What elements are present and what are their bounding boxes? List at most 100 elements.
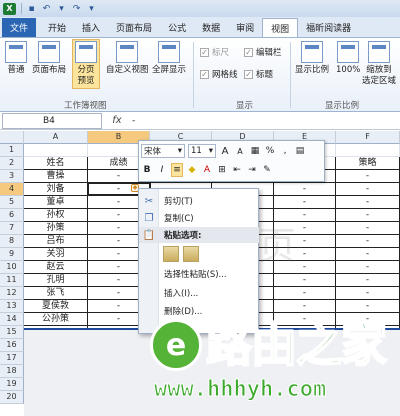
- formula-input[interactable]: -: [132, 116, 135, 126]
- row-header[interactable]: 10: [0, 261, 24, 274]
- save-icon[interactable]: ▪: [25, 3, 38, 15]
- table-cell[interactable]: 刘备: [24, 183, 88, 196]
- column-header-a[interactable]: A: [24, 131, 88, 144]
- clear-format-icon[interactable]: ✎: [261, 163, 273, 177]
- formula-bar-checkbox[interactable]: ✓ 编辑栏: [244, 46, 282, 58]
- tab-page-layout[interactable]: 页面布局: [108, 18, 160, 37]
- menu-item-copy[interactable]: ❐ 复制(C): [139, 210, 259, 226]
- table-cell[interactable]: 张飞: [24, 287, 88, 300]
- paste-values-icon[interactable]: [183, 246, 199, 262]
- select-all-corner[interactable]: [0, 131, 24, 144]
- row-header[interactable]: 12: [0, 287, 24, 300]
- excel-app-icon[interactable]: X: [3, 2, 16, 15]
- row-header[interactable]: 8: [0, 235, 24, 248]
- row-header[interactable]: 15: [0, 326, 24, 339]
- tab-foxit-reader[interactable]: 福昕阅读器: [298, 18, 359, 37]
- table-cell[interactable]: 曹操: [24, 170, 88, 183]
- insert-function-icon[interactable]: fx: [102, 115, 132, 126]
- table-cell[interactable]: [24, 144, 88, 157]
- row-header[interactable]: 1: [0, 144, 24, 157]
- table-cell[interactable]: 董卓: [24, 196, 88, 209]
- row-header[interactable]: 20: [0, 391, 24, 404]
- fill-color-icon[interactable]: ◆: [186, 163, 198, 177]
- table-cell[interactable]: -: [336, 287, 400, 300]
- tab-formulas[interactable]: 公式: [160, 18, 194, 37]
- table-cell[interactable]: 公孙策: [24, 313, 88, 326]
- undo-dropdown-icon[interactable]: ▾: [55, 3, 68, 15]
- redo-icon[interactable]: ↷: [70, 3, 83, 15]
- table-cell[interactable]: 孙策: [24, 222, 88, 235]
- row-header[interactable]: 9: [0, 248, 24, 261]
- italic-button[interactable]: I: [156, 163, 168, 177]
- table-cell[interactable]: [336, 144, 400, 157]
- undo-icon[interactable]: ↶: [40, 3, 53, 15]
- table-cell[interactable]: -: [336, 235, 400, 248]
- row-header[interactable]: 2: [0, 157, 24, 170]
- table-cell[interactable]: -: [274, 183, 336, 196]
- row-header[interactable]: 14: [0, 313, 24, 326]
- table-cell[interactable]: 孙权: [24, 209, 88, 222]
- table-cell[interactable]: -: [274, 274, 336, 287]
- table-cell[interactable]: -: [274, 287, 336, 300]
- full-screen-button[interactable]: 全屏显示: [152, 41, 186, 76]
- table-cell[interactable]: -: [336, 248, 400, 261]
- font-size-dropdown[interactable]: 11 ▾: [188, 144, 216, 158]
- table-cell[interactable]: -: [336, 196, 400, 209]
- row-header[interactable]: 3: [0, 170, 24, 183]
- row-header[interactable]: 16: [0, 339, 24, 352]
- shrink-font-button[interactable]: A: [234, 144, 246, 158]
- row-header[interactable]: 5: [0, 196, 24, 209]
- table-cell[interactable]: -: [274, 300, 336, 313]
- tab-insert[interactable]: 插入: [74, 18, 108, 37]
- table-cell[interactable]: 吕布: [24, 235, 88, 248]
- comma-style-button[interactable]: ,: [279, 144, 291, 158]
- column-header-f[interactable]: F: [336, 131, 400, 144]
- table-cell[interactable]: -: [274, 196, 336, 209]
- menu-item-insert[interactable]: 插入(I)...: [139, 285, 259, 301]
- table-cell[interactable]: -: [336, 261, 400, 274]
- format-painter-icon[interactable]: ▤: [294, 144, 306, 158]
- page-layout-view-button[interactable]: 页面布局: [32, 41, 66, 76]
- custom-views-button[interactable]: 自定义视图: [106, 41, 149, 76]
- zoom-button[interactable]: 显示比例: [295, 41, 329, 76]
- decrease-decimal-icon[interactable]: ⇤: [231, 163, 243, 177]
- normal-view-button[interactable]: 普通: [5, 41, 27, 76]
- row-header[interactable]: 7: [0, 222, 24, 235]
- page-break-preview-button[interactable]: 分页 预览: [72, 39, 100, 89]
- row-header[interactable]: 17: [0, 352, 24, 365]
- row-header[interactable]: 18: [0, 365, 24, 378]
- table-cell[interactable]: 赵云: [24, 261, 88, 274]
- table-cell[interactable]: -: [336, 274, 400, 287]
- table-cell[interactable]: 夏侯敦: [24, 300, 88, 313]
- menu-item-cut[interactable]: ✂ 剪切(T): [139, 193, 259, 209]
- ruler-checkbox[interactable]: ✓ 标尺: [200, 46, 229, 58]
- tab-view[interactable]: 视图: [262, 18, 299, 37]
- row-header[interactable]: 6: [0, 209, 24, 222]
- center-align-icon[interactable]: ≡: [171, 163, 183, 177]
- row-header[interactable]: 11: [0, 274, 24, 287]
- font-name-dropdown[interactable]: 宋体 ▾: [141, 144, 185, 158]
- paste-option-icon[interactable]: [163, 246, 179, 262]
- table-cell[interactable]: -: [336, 183, 400, 196]
- row-header[interactable]: 4: [0, 183, 24, 196]
- table-cell[interactable]: -: [336, 300, 400, 313]
- gridlines-checkbox[interactable]: ✓ 网格线: [200, 68, 238, 80]
- zoom-to-selection-button[interactable]: 缩放到 选定区域: [362, 41, 396, 87]
- tab-review[interactable]: 审阅: [228, 18, 262, 37]
- increase-decimal-icon[interactable]: ⇥: [246, 163, 258, 177]
- table-cell[interactable]: -: [336, 170, 400, 183]
- name-box[interactable]: B4: [2, 112, 102, 129]
- table-cell[interactable]: -: [336, 209, 400, 222]
- table-cell[interactable]: 孔明: [24, 274, 88, 287]
- tab-file[interactable]: 文件: [2, 18, 37, 37]
- zoom-100-button[interactable]: 100%: [336, 41, 360, 76]
- menu-item-paste-special[interactable]: 选择性粘贴(S)...: [139, 266, 259, 282]
- row-header[interactable]: 13: [0, 300, 24, 313]
- table-cell[interactable]: 姓名: [24, 157, 88, 170]
- tab-data[interactable]: 数据: [194, 18, 228, 37]
- table-cell[interactable]: 策略: [336, 157, 400, 170]
- bold-button[interactable]: B: [141, 163, 153, 177]
- number-format-icon[interactable]: ▦: [249, 144, 261, 158]
- customize-toolbar-icon[interactable]: ▾: [85, 3, 98, 15]
- borders-icon[interactable]: ⊞: [216, 163, 228, 177]
